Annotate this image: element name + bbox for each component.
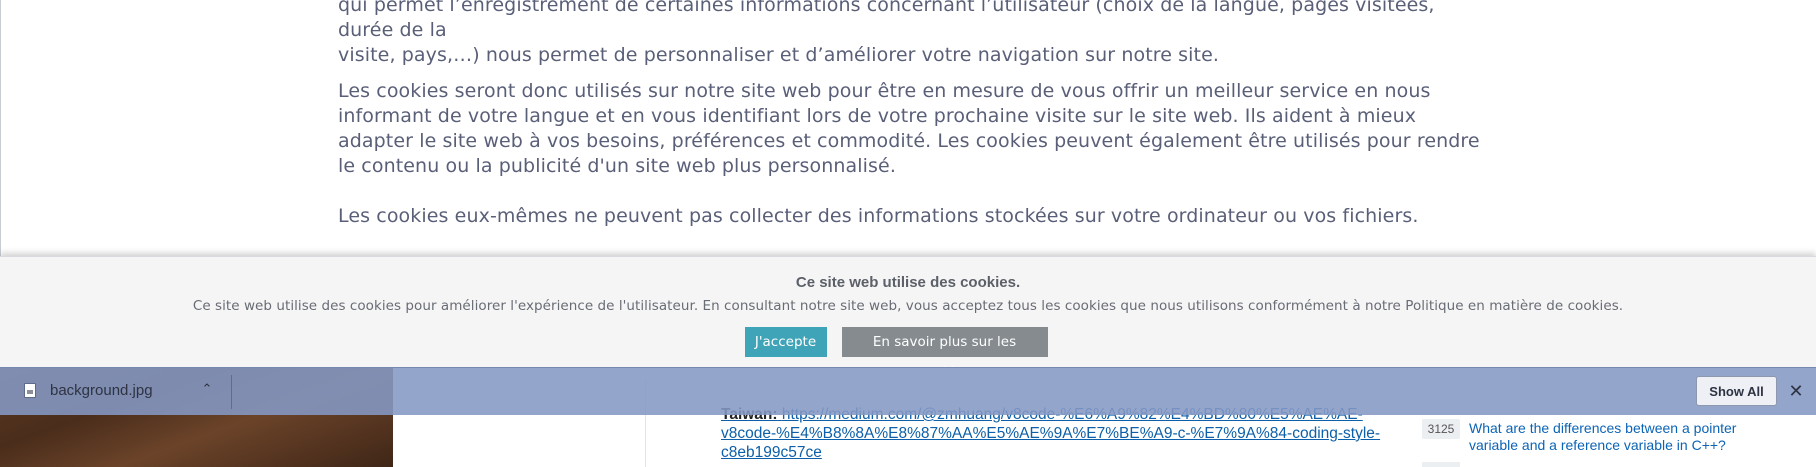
file-image-icon bbox=[24, 383, 36, 398]
close-icon[interactable]: ✕ bbox=[1786, 380, 1806, 402]
accept-cookies-button[interactable]: J'accepte bbox=[744, 327, 827, 357]
download-file-name[interactable]: background.jpg bbox=[50, 382, 153, 399]
article-paragraph-3: Les cookies eux-mêmes ne peuvent pas col… bbox=[338, 205, 1419, 227]
article-paragraph-1-line-2: visite, pays,…) nous permet de personnal… bbox=[338, 44, 1220, 66]
cookie-policy-modal: qui permet l’enregistrement de certaines… bbox=[0, 0, 1816, 256]
question-score-badge: 3125 bbox=[1422, 419, 1460, 439]
cookie-consent-banner: Ce site web utilise des cookies. Ce site… bbox=[0, 256, 1816, 380]
chevron-up-icon[interactable]: ⌃ bbox=[200, 379, 214, 399]
cookie-banner-text: Ce site web utilise des cookies pour amé… bbox=[192, 298, 1624, 314]
related-question-link[interactable]: What are the differences between a point… bbox=[1469, 420, 1759, 454]
download-bar-separator bbox=[231, 375, 232, 409]
learn-more-cookies-button[interactable]: En savoir plus sur les cookies bbox=[841, 327, 1048, 380]
article-paragraph-1-line-1: qui permet l’enregistrement de certaines… bbox=[338, 0, 1435, 41]
article-paragraph-1: qui permet l’enregistrement de certaines… bbox=[338, 0, 1488, 68]
download-item[interactable]: background.jpg ⌃ bbox=[0, 368, 231, 416]
download-bar: background.jpg ⌃ Show All ✕ bbox=[0, 367, 1816, 415]
article-paragraph-2: Les cookies seront donc utilisés sur not… bbox=[338, 80, 1480, 177]
show-all-downloads-button[interactable]: Show All bbox=[1696, 376, 1777, 406]
question-score-badge-next bbox=[1422, 462, 1460, 467]
cookie-banner-actions: J'accepte En savoir plus sur les cookies bbox=[0, 327, 1816, 380]
cookie-banner-title: Ce site web utilise des cookies. bbox=[795, 274, 1021, 291]
